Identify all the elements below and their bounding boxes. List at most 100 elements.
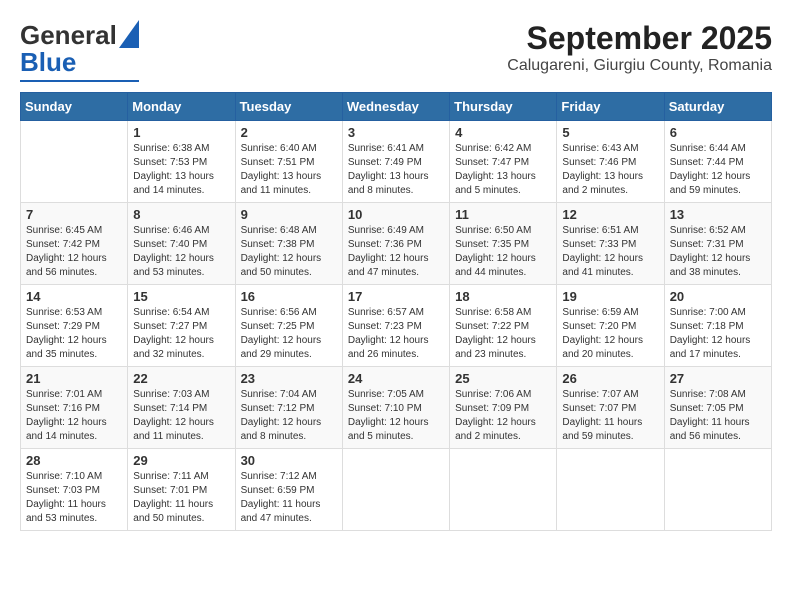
day-detail: Sunrise: 7:07 AM Sunset: 7:07 PM Dayligh… xyxy=(562,388,658,444)
day-number: 25 xyxy=(455,371,551,386)
column-header-sunday: Sunday xyxy=(21,93,128,121)
calendar-cell: 7 Sunrise: 6:45 AM Sunset: 7:42 PM Daylig… xyxy=(21,203,128,285)
day-number: 2 xyxy=(241,125,337,140)
logo-underline xyxy=(20,80,139,82)
calendar-cell: 29 Sunrise: 7:11 AM Sunset: 7:01 PM Dayli… xyxy=(128,449,235,531)
calendar-cell: 26 Sunrise: 7:07 AM Sunset: 7:07 PM Dayli… xyxy=(557,367,664,449)
calendar-cell: 6 Sunrise: 6:44 AM Sunset: 7:44 PM Daylig… xyxy=(664,121,771,203)
calendar-cell: 8 Sunrise: 6:46 AM Sunset: 7:40 PM Daylig… xyxy=(128,203,235,285)
column-header-monday: Monday xyxy=(128,93,235,121)
page-header: General Blue September 2025 Calugareni, … xyxy=(20,20,772,82)
day-number: 4 xyxy=(455,125,551,140)
calendar-cell: 27 Sunrise: 7:08 AM Sunset: 7:05 PM Dayli… xyxy=(664,367,771,449)
day-detail: Sunrise: 7:11 AM Sunset: 7:01 PM Dayligh… xyxy=(133,470,229,526)
day-number: 1 xyxy=(133,125,229,140)
day-detail: Sunrise: 6:50 AM Sunset: 7:35 PM Dayligh… xyxy=(455,224,551,280)
page-title: September 2025 xyxy=(507,20,772,57)
column-header-wednesday: Wednesday xyxy=(342,93,449,121)
day-number: 28 xyxy=(26,453,122,468)
day-detail: Sunrise: 7:00 AM Sunset: 7:18 PM Dayligh… xyxy=(670,306,766,362)
day-detail: Sunrise: 7:08 AM Sunset: 7:05 PM Dayligh… xyxy=(670,388,766,444)
calendar-cell xyxy=(450,449,557,531)
week-row-4: 21 Sunrise: 7:01 AM Sunset: 7:16 PM Dayli… xyxy=(21,367,772,449)
day-number: 17 xyxy=(348,289,444,304)
calendar-cell: 21 Sunrise: 7:01 AM Sunset: 7:16 PM Dayli… xyxy=(21,367,128,449)
logo-triangle-icon xyxy=(119,20,139,48)
calendar-cell: 12 Sunrise: 6:51 AM Sunset: 7:33 PM Dayli… xyxy=(557,203,664,285)
day-detail: Sunrise: 6:44 AM Sunset: 7:44 PM Dayligh… xyxy=(670,142,766,198)
day-number: 16 xyxy=(241,289,337,304)
page-subtitle: Calugareni, Giurgiu County, Romania xyxy=(507,57,772,75)
week-row-3: 14 Sunrise: 6:53 AM Sunset: 7:29 PM Dayli… xyxy=(21,285,772,367)
calendar-cell: 28Sunrise: 7:10 AM Sunset: 7:03 PM Dayli… xyxy=(21,449,128,531)
day-detail: Sunrise: 6:51 AM Sunset: 7:33 PM Dayligh… xyxy=(562,224,658,280)
day-detail: Sunrise: 6:57 AM Sunset: 7:23 PM Dayligh… xyxy=(348,306,444,362)
day-number: 20 xyxy=(670,289,766,304)
logo-blue: Blue xyxy=(20,47,76,78)
calendar-cell xyxy=(557,449,664,531)
day-detail: Sunrise: 6:58 AM Sunset: 7:22 PM Dayligh… xyxy=(455,306,551,362)
day-number: 5 xyxy=(562,125,658,140)
logo: General Blue xyxy=(20,20,139,82)
week-row-2: 7 Sunrise: 6:45 AM Sunset: 7:42 PM Daylig… xyxy=(21,203,772,285)
calendar-cell: 16Sunrise: 6:56 AM Sunset: 7:25 PM Dayli… xyxy=(235,285,342,367)
day-detail: Sunrise: 6:52 AM Sunset: 7:31 PM Dayligh… xyxy=(670,224,766,280)
calendar-cell: 17 Sunrise: 6:57 AM Sunset: 7:23 PM Dayli… xyxy=(342,285,449,367)
day-number: 27 xyxy=(670,371,766,386)
column-header-thursday: Thursday xyxy=(450,93,557,121)
day-number: 15 xyxy=(133,289,229,304)
day-number: 23 xyxy=(241,371,337,386)
day-number: 10 xyxy=(348,207,444,222)
calendar-cell xyxy=(664,449,771,531)
column-header-saturday: Saturday xyxy=(664,93,771,121)
day-number: 29 xyxy=(133,453,229,468)
day-number: 30 xyxy=(241,453,337,468)
day-number: 7 xyxy=(26,207,122,222)
day-detail: Sunrise: 6:54 AM Sunset: 7:27 PM Dayligh… xyxy=(133,306,229,362)
day-detail: Sunrise: 6:43 AM Sunset: 7:46 PM Dayligh… xyxy=(562,142,658,198)
day-detail: Sunrise: 7:05 AM Sunset: 7:10 PM Dayligh… xyxy=(348,388,444,444)
calendar-table: SundayMondayTuesdayWednesdayThursdayFrid… xyxy=(20,92,772,531)
calendar-cell: 14 Sunrise: 6:53 AM Sunset: 7:29 PM Dayli… xyxy=(21,285,128,367)
column-header-friday: Friday xyxy=(557,93,664,121)
day-detail: Sunrise: 6:45 AM Sunset: 7:42 PM Dayligh… xyxy=(26,224,122,280)
day-detail: Sunrise: 6:48 AM Sunset: 7:38 PM Dayligh… xyxy=(241,224,337,280)
day-detail: Sunrise: 6:53 AM Sunset: 7:29 PM Dayligh… xyxy=(26,306,122,362)
calendar-cell: 23 Sunrise: 7:04 AM Sunset: 7:12 PM Dayli… xyxy=(235,367,342,449)
calendar-cell xyxy=(21,121,128,203)
day-number: 26 xyxy=(562,371,658,386)
calendar-cell: 3Sunrise: 6:41 AM Sunset: 7:49 PM Daylig… xyxy=(342,121,449,203)
calendar-cell: 20 Sunrise: 7:00 AM Sunset: 7:18 PM Dayli… xyxy=(664,285,771,367)
calendar-cell: 11Sunrise: 6:50 AM Sunset: 7:35 PM Dayli… xyxy=(450,203,557,285)
day-number: 14 xyxy=(26,289,122,304)
day-number: 21 xyxy=(26,371,122,386)
calendar-cell: 1Sunrise: 6:38 AM Sunset: 7:53 PM Daylig… xyxy=(128,121,235,203)
day-detail: Sunrise: 7:01 AM Sunset: 7:16 PM Dayligh… xyxy=(26,388,122,444)
day-number: 24 xyxy=(348,371,444,386)
day-number: 9 xyxy=(241,207,337,222)
calendar-cell: 13Sunrise: 6:52 AM Sunset: 7:31 PM Dayli… xyxy=(664,203,771,285)
day-detail: Sunrise: 7:04 AM Sunset: 7:12 PM Dayligh… xyxy=(241,388,337,444)
calendar-cell: 18 Sunrise: 6:58 AM Sunset: 7:22 PM Dayli… xyxy=(450,285,557,367)
week-row-1: 1Sunrise: 6:38 AM Sunset: 7:53 PM Daylig… xyxy=(21,121,772,203)
calendar-cell: 24 Sunrise: 7:05 AM Sunset: 7:10 PM Dayli… xyxy=(342,367,449,449)
day-number: 6 xyxy=(670,125,766,140)
title-block: September 2025 Calugareni, Giurgiu Count… xyxy=(507,20,772,75)
day-number: 8 xyxy=(133,207,229,222)
day-detail: Sunrise: 6:49 AM Sunset: 7:36 PM Dayligh… xyxy=(348,224,444,280)
calendar-cell: 5 Sunrise: 6:43 AM Sunset: 7:46 PM Daylig… xyxy=(557,121,664,203)
day-detail: Sunrise: 7:06 AM Sunset: 7:09 PM Dayligh… xyxy=(455,388,551,444)
day-detail: Sunrise: 6:46 AM Sunset: 7:40 PM Dayligh… xyxy=(133,224,229,280)
calendar-cell: 10 Sunrise: 6:49 AM Sunset: 7:36 PM Dayli… xyxy=(342,203,449,285)
calendar-header-row: SundayMondayTuesdayWednesdayThursdayFrid… xyxy=(21,93,772,121)
calendar-cell: 9 Sunrise: 6:48 AM Sunset: 7:38 PM Daylig… xyxy=(235,203,342,285)
column-header-tuesday: Tuesday xyxy=(235,93,342,121)
day-number: 18 xyxy=(455,289,551,304)
day-detail: Sunrise: 6:59 AM Sunset: 7:20 PM Dayligh… xyxy=(562,306,658,362)
calendar-cell xyxy=(342,449,449,531)
calendar-cell: 15 Sunrise: 6:54 AM Sunset: 7:27 PM Dayli… xyxy=(128,285,235,367)
day-detail: Sunrise: 6:40 AM Sunset: 7:51 PM Dayligh… xyxy=(241,142,337,198)
calendar-cell: 22Sunrise: 7:03 AM Sunset: 7:14 PM Dayli… xyxy=(128,367,235,449)
day-number: 12 xyxy=(562,207,658,222)
calendar-cell: 19Sunrise: 6:59 AM Sunset: 7:20 PM Dayli… xyxy=(557,285,664,367)
